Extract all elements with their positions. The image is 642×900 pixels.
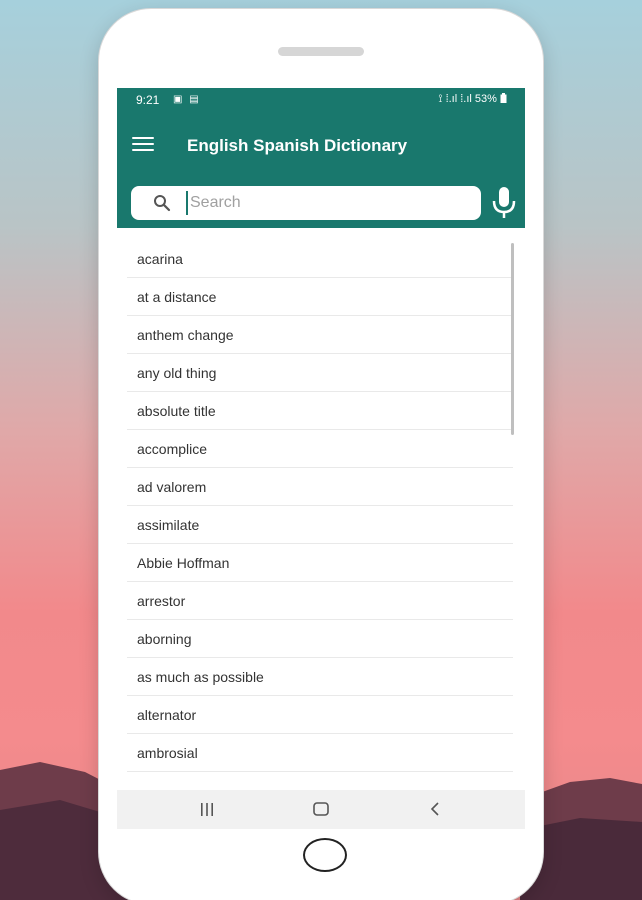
app-title: English Spanish Dictionary bbox=[187, 136, 408, 155]
notification-icons: ▣ ▤ bbox=[173, 94, 201, 105]
list-item[interactable]: ambrosial bbox=[127, 734, 513, 772]
list-item[interactable]: ad valorem bbox=[127, 468, 513, 506]
phone-frame: 9:21 ▣ ▤ ⟟ ⁞.ıl ⁞.ıl 53% English Spanish… bbox=[99, 9, 543, 900]
app-bar: 9:21 ▣ ▤ ⟟ ⁞.ıl ⁞.ıl 53% English Spanish… bbox=[117, 88, 525, 228]
recent-apps-icon[interactable] bbox=[199, 803, 215, 816]
phone-screen: 9:21 ▣ ▤ ⟟ ⁞.ıl ⁞.ıl 53% English Spanish… bbox=[117, 88, 525, 829]
battery-icon bbox=[500, 93, 507, 103]
list-item[interactable]: assimilate bbox=[127, 506, 513, 544]
search-icon bbox=[154, 195, 171, 212]
search-input[interactable] bbox=[186, 191, 470, 215]
navigation-bar bbox=[117, 790, 525, 829]
home-icon[interactable] bbox=[313, 802, 329, 816]
search-box[interactable] bbox=[131, 186, 481, 220]
back-icon[interactable] bbox=[429, 801, 441, 817]
list-item[interactable]: at a distance bbox=[127, 278, 513, 316]
backdrop: 9:21 ▣ ▤ ⟟ ⁞.ıl ⁞.ıl 53% English Spanish… bbox=[0, 0, 642, 900]
status-time: 9:21 bbox=[136, 93, 160, 107]
list-item[interactable]: acarina bbox=[127, 240, 513, 278]
list-item[interactable]: as much as possible bbox=[127, 658, 513, 696]
phone-speaker bbox=[278, 47, 364, 56]
status-signal-text: ⟟ ⁞.ıl ⁞.ıl 53% bbox=[438, 93, 497, 105]
list-item[interactable]: arrestor bbox=[127, 582, 513, 620]
list-item[interactable]: alternator bbox=[127, 696, 513, 734]
list-item[interactable]: Abbie Hoffman bbox=[127, 544, 513, 582]
list-item[interactable]: aborning bbox=[127, 620, 513, 658]
list-item[interactable]: absolute title bbox=[127, 392, 513, 430]
list-item[interactable]: anthem change bbox=[127, 316, 513, 354]
word-list: acarina at a distance anthem change any … bbox=[127, 240, 513, 772]
microphone-icon[interactable] bbox=[489, 185, 519, 221]
list-item[interactable]: accomplice bbox=[127, 430, 513, 468]
phone-home-button[interactable] bbox=[303, 838, 347, 872]
menu-icon[interactable] bbox=[132, 137, 154, 153]
status-signal-battery: ⟟ ⁞.ıl ⁞.ıl 53% bbox=[438, 93, 507, 106]
scrollbar[interactable] bbox=[511, 243, 514, 435]
status-bar: 9:21 ▣ ▤ ⟟ ⁞.ıl ⁞.ıl 53% bbox=[117, 88, 525, 112]
list-item[interactable]: any old thing bbox=[127, 354, 513, 392]
